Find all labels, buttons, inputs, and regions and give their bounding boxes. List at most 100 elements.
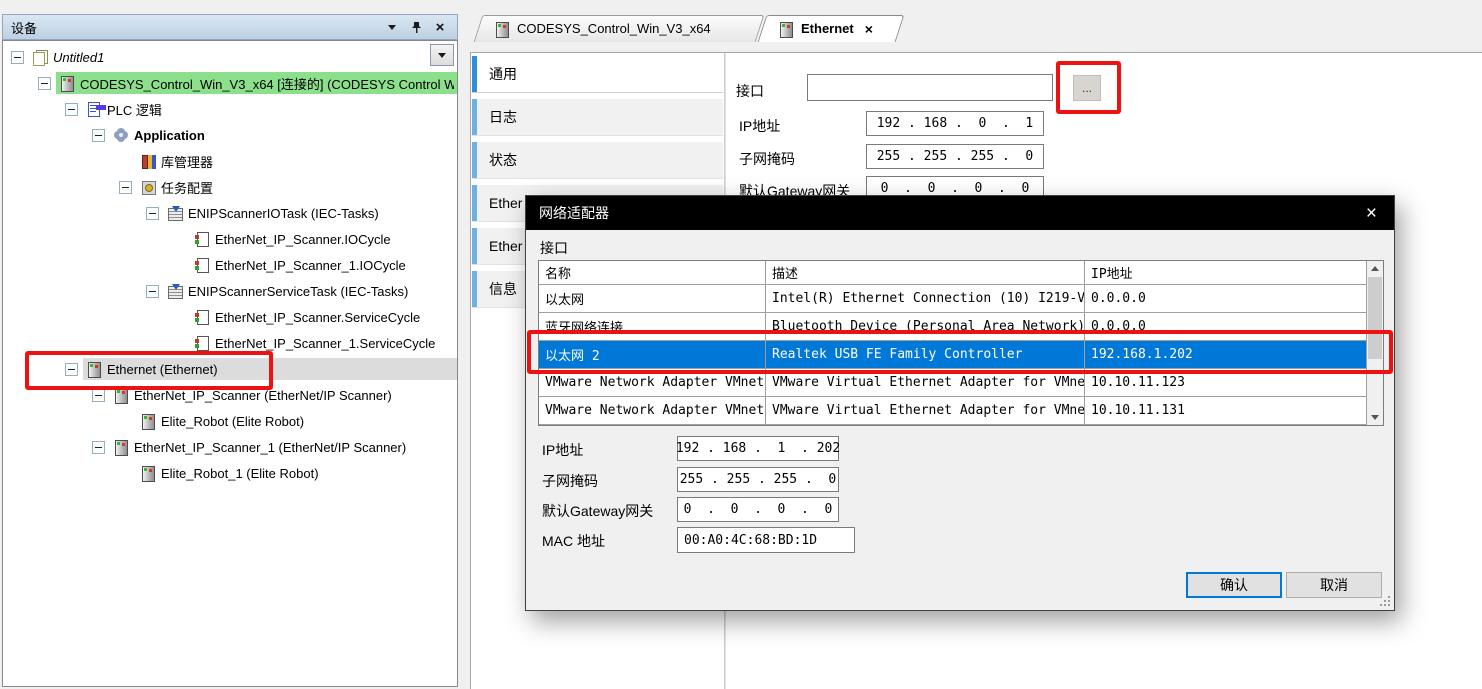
tree-item-ethernet[interactable]: Ethernet (Ethernet) — [3, 356, 457, 382]
device-icon — [140, 465, 156, 481]
tree-item-label: EtherNet_IP_Scanner_1 (EtherNet/IP Scann… — [134, 440, 406, 455]
tree-item-label: 库管理器 — [161, 152, 213, 171]
tree-item-label: Ethernet (Ethernet) — [107, 362, 218, 377]
subnet-mask-value[interactable]: 255 . 255 . 255 . 0 — [866, 144, 1044, 169]
confirm-button[interactable]: 确认 — [1186, 572, 1282, 598]
interface-section-label: 接口 — [540, 238, 568, 258]
ip-address-label: IP地址 — [739, 116, 780, 136]
collapse-icon[interactable] — [11, 51, 24, 64]
table-scrollbar[interactable] — [1366, 261, 1383, 425]
table-row[interactable]: 以太网Intel(R) Ethernet Connection (10) I21… — [539, 285, 1366, 313]
panel-close-icon[interactable]: × — [431, 19, 449, 35]
scroll-up-icon[interactable] — [1367, 261, 1383, 276]
dialog-mac-value: 00:A0:4C:68:BD:1D — [677, 527, 855, 553]
collapse-icon[interactable] — [65, 103, 78, 116]
table-row[interactable]: 蓝牙网络连接Bluetooth Device (Personal Area Ne… — [539, 313, 1366, 341]
tree-item-elite-robot[interactable]: Elite_Robot (Elite Robot) — [3, 408, 457, 434]
cancel-button[interactable]: 取消 — [1286, 572, 1382, 598]
collapse-icon[interactable] — [38, 77, 51, 90]
scroll-down-icon[interactable] — [1367, 410, 1383, 425]
tree-item-enip-scanner-1[interactable]: EtherNet_IP_Scanner_1 (EtherNet/IP Scann… — [3, 434, 457, 460]
tree-item-label: Application — [134, 128, 205, 143]
collapse-icon[interactable] — [65, 363, 78, 376]
collapse-icon[interactable] — [92, 441, 105, 454]
call-icon — [194, 309, 210, 325]
tree-item-task-configuration[interactable]: 任务配置 — [3, 174, 457, 200]
tab-ethernet[interactable]: Ethernet × — [762, 15, 900, 42]
panel-menu-icon[interactable] — [383, 19, 401, 35]
tree-item-plc-logic[interactable]: PLC 逻辑 — [3, 96, 457, 122]
tree-item-project[interactable]: Untitled1 — [3, 44, 457, 70]
collapse-icon[interactable] — [92, 129, 105, 142]
collapse-icon[interactable] — [119, 181, 132, 194]
dialog-gateway-value: 0 . 0 . 0 . 0 — [677, 497, 839, 522]
device-tree: Untitled1 CODESYS_Control_Win_V3_x64 [连接… — [3, 41, 457, 486]
device-icon — [140, 413, 156, 429]
subnet-mask-label: 子网掩码 — [739, 149, 795, 169]
tree-item-label: ENIPScannerServiceTask (IEC-Tasks) — [188, 284, 408, 299]
tree-item-label: EtherNet_IP_Scanner_1.IOCycle — [215, 258, 406, 273]
tree-item-iocycle[interactable]: EtherNet_IP_Scanner.IOCycle — [3, 226, 457, 252]
tree-item-plc-device[interactable]: CODESYS_Control_Win_V3_x64 [连接的] (CODESY… — [3, 70, 457, 96]
dialog-titlebar[interactable]: 网络适配器 × — [526, 196, 1394, 230]
collapse-icon[interactable] — [146, 207, 159, 220]
network-adapter-dialog: 网络适配器 × 接口 名称 描述 IP地址 以太网Intel(R) Ethern… — [525, 195, 1395, 611]
scroll-thumb[interactable] — [1368, 277, 1382, 359]
column-ip[interactable]: IP地址 — [1085, 261, 1366, 284]
iec-task-icon — [167, 283, 183, 299]
device-icon — [86, 361, 102, 377]
dialog-body: 接口 名称 描述 IP地址 以太网Intel(R) Ethernet Conne… — [526, 230, 1394, 610]
interface-input[interactable] — [807, 74, 1053, 101]
ip-address-value[interactable]: 192 . 168 . 0 . 1 — [866, 111, 1044, 136]
devices-panel-title: 设备 — [11, 18, 37, 37]
tree-item-application[interactable]: Application — [3, 122, 457, 148]
tab-codesys-control[interactable]: CODESYS_Control_Win_V3_x64 — [478, 15, 760, 42]
tree-item-servicecycle-1[interactable]: EtherNet_IP_Scanner_1.ServiceCycle — [3, 330, 457, 356]
call-icon — [194, 231, 210, 247]
interface-label: 接口 — [736, 81, 764, 101]
dialog-gateway-label: 默认Gateway网关 — [542, 501, 653, 521]
tab-label: 状态 — [489, 150, 517, 170]
dialog-mac-label: MAC 地址 — [542, 531, 605, 551]
table-row[interactable]: VMware Network Adapter VMnet8VMware Virt… — [539, 397, 1366, 425]
pin-icon[interactable] — [407, 19, 425, 35]
tab-status[interactable]: 状态 — [472, 142, 723, 179]
table-row-selected[interactable]: 以太网 2Realtek USB FE Family Controller192… — [539, 341, 1366, 369]
resize-grip[interactable] — [1378, 594, 1390, 606]
tree-item-enip-service-task[interactable]: ENIPScannerServiceTask (IEC-Tasks) — [3, 278, 457, 304]
tree-item-label: Untitled1 — [53, 50, 104, 65]
adapter-table-header: 名称 描述 IP地址 — [539, 261, 1366, 285]
collapse-icon[interactable] — [146, 285, 159, 298]
tree-item-label: 任务配置 — [161, 178, 213, 197]
device-icon — [59, 75, 75, 91]
tab-label: Ethernet — [801, 21, 854, 36]
tree-item-label: Elite_Robot (Elite Robot) — [161, 414, 304, 429]
tab-log[interactable]: 日志 — [472, 99, 723, 136]
device-icon — [113, 387, 129, 403]
tab-general[interactable]: 通用 — [472, 56, 723, 93]
dialog-ip-label: IP地址 — [542, 440, 583, 460]
device-icon — [778, 21, 794, 37]
dialog-close-icon[interactable]: × — [1362, 204, 1381, 223]
device-icon — [113, 439, 129, 455]
tree-item-iocycle-1[interactable]: EtherNet_IP_Scanner_1.IOCycle — [3, 252, 457, 278]
iec-task-icon — [167, 205, 183, 221]
tree-item-enip-io-task[interactable]: ENIPScannerIOTask (IEC-Tasks) — [3, 200, 457, 226]
tree-item-enip-scanner[interactable]: EtherNet_IP_Scanner (EtherNet/IP Scanner… — [3, 382, 457, 408]
tree-item-library-manager[interactable]: 库管理器 — [3, 148, 457, 174]
collapse-icon[interactable] — [92, 389, 105, 402]
tree-item-elite-robot-1[interactable]: Elite_Robot_1 (Elite Robot) — [3, 460, 457, 486]
tree-item-label: EtherNet_IP_Scanner_1.ServiceCycle — [215, 336, 435, 351]
library-manager-icon — [140, 153, 156, 169]
tree-item-label: CODESYS_Control_Win_V3_x64 [连接的] (CODESY… — [80, 74, 454, 93]
tab-close-icon[interactable]: × — [865, 21, 873, 37]
column-description[interactable]: 描述 — [766, 261, 1085, 284]
table-row[interactable]: VMware Network Adapter VMnet1VMware Virt… — [539, 369, 1366, 397]
browse-network-adapters-button[interactable]: ... — [1073, 75, 1101, 101]
column-name[interactable]: 名称 — [539, 261, 766, 284]
dialog-ip-value: 192 . 168 . 1 . 202 — [677, 436, 839, 461]
tree-item-servicecycle[interactable]: EtherNet_IP_Scanner.ServiceCycle — [3, 304, 457, 330]
task-configuration-icon — [140, 179, 156, 195]
tab-label: Ether — [489, 195, 522, 211]
device-combo-dropdown[interactable] — [430, 44, 454, 66]
